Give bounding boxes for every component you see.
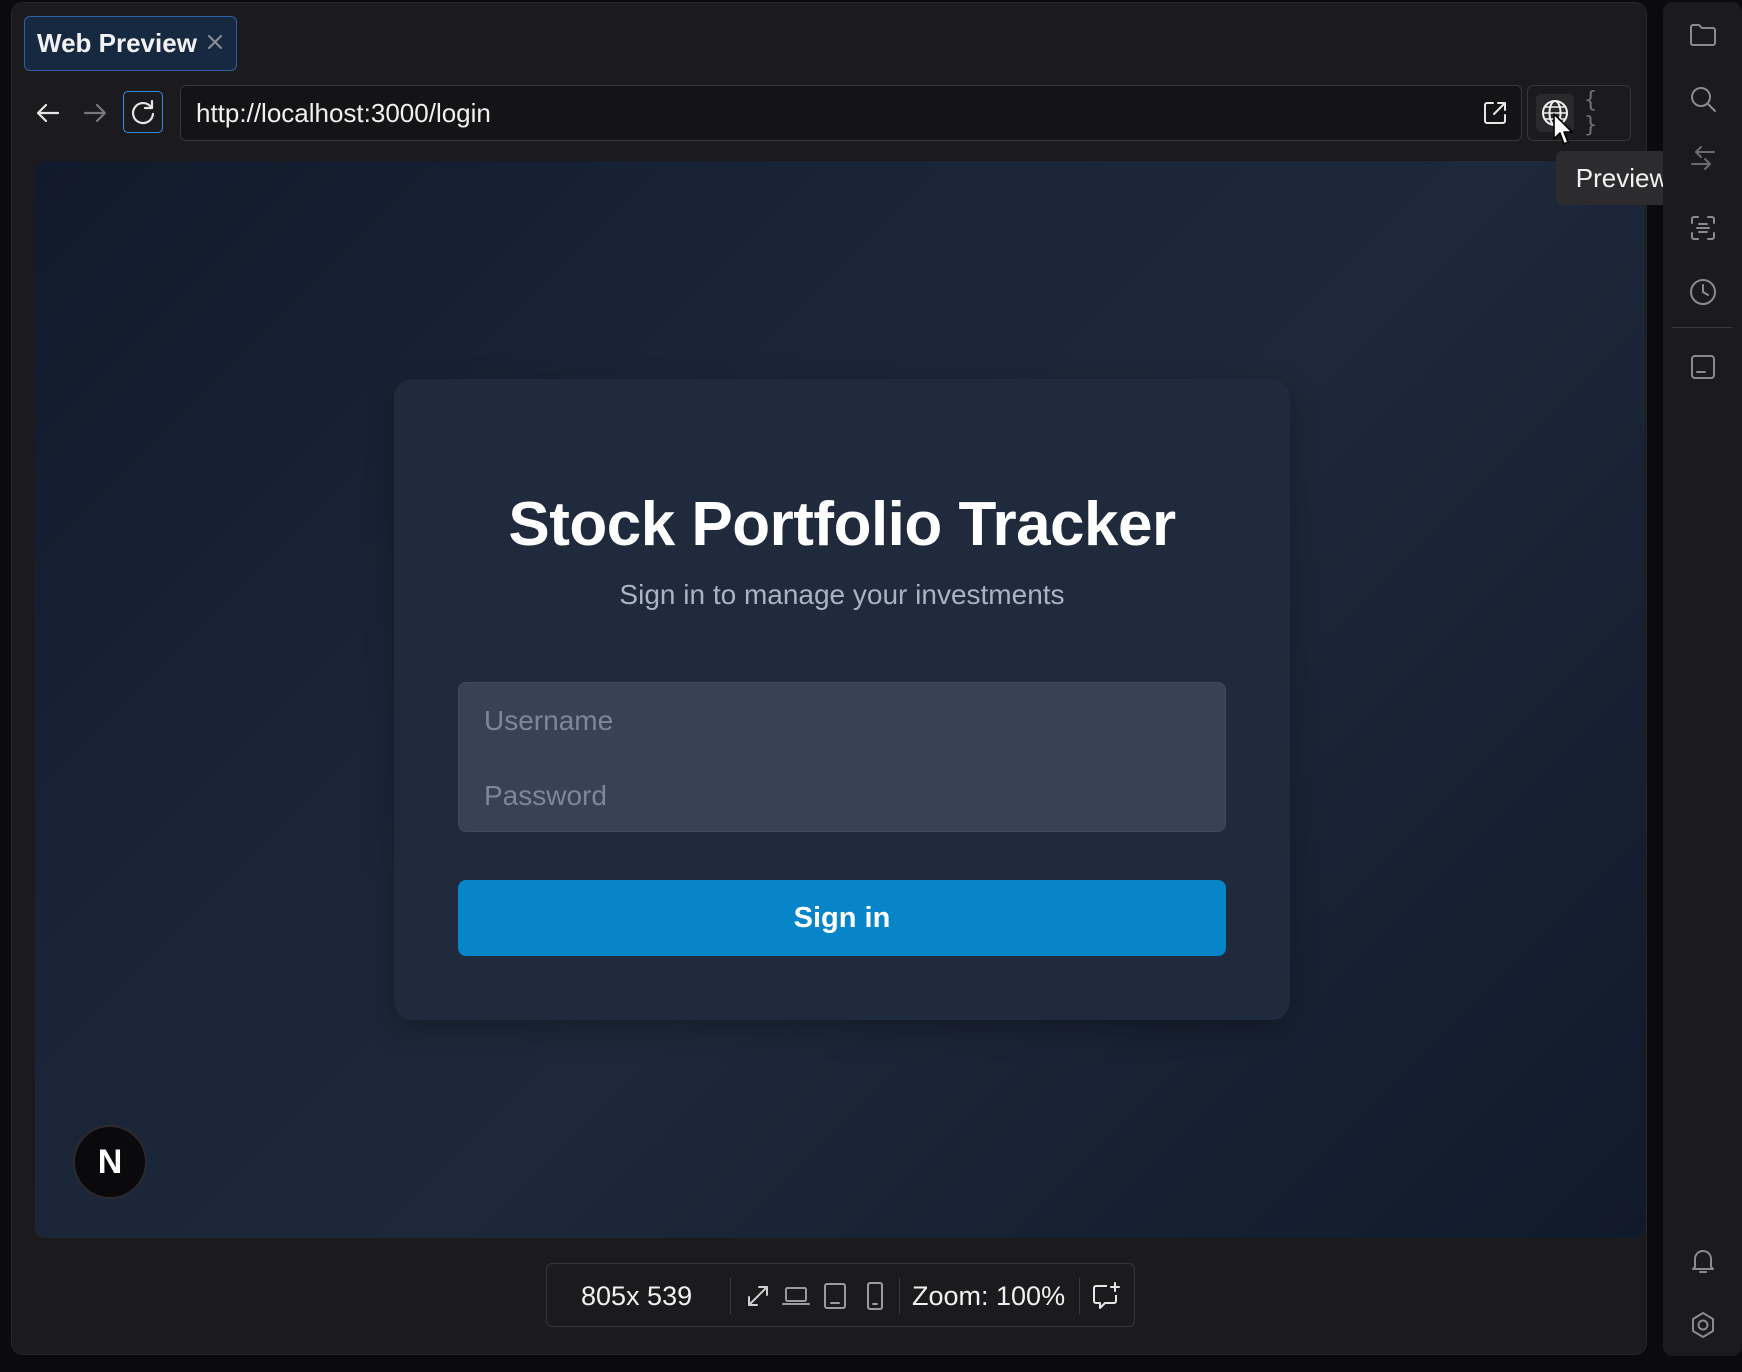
nextjs-dev-badge[interactable]: N — [73, 1125, 147, 1199]
password-input[interactable] — [459, 758, 1225, 833]
url-bar[interactable]: http://localhost:3000/login — [180, 85, 1522, 141]
compare-icon[interactable] — [1687, 142, 1719, 174]
status-divider — [1079, 1278, 1080, 1314]
expand-icon[interactable] — [743, 1280, 773, 1312]
status-divider — [899, 1278, 900, 1314]
bell-icon[interactable] — [1687, 1245, 1719, 1277]
web-preview-panel: Web Preview http://localhost:3000/login — [11, 2, 1647, 1355]
reload-icon — [129, 98, 157, 126]
viewport-size-label: 805x 539 — [581, 1281, 693, 1311]
reload-button[interactable] — [123, 91, 163, 133]
history-icon[interactable] — [1687, 276, 1719, 308]
page-title: Stock Portfolio Tracker — [508, 490, 1176, 559]
mouse-cursor-icon — [1551, 112, 1577, 148]
url-text[interactable]: http://localhost:3000/login — [196, 98, 491, 129]
login-card: Stock Portfolio Tracker Sign in to manag… — [394, 379, 1290, 1020]
laptop-icon[interactable] — [781, 1280, 811, 1312]
arrow-left-icon — [34, 99, 62, 127]
username-input[interactable] — [459, 683, 1225, 758]
phone-icon[interactable] — [860, 1280, 890, 1312]
page-subtitle: Sign in to manage your investments — [619, 579, 1065, 610]
rail-divider — [1672, 327, 1732, 328]
arrow-right-icon — [81, 99, 109, 127]
status-divider — [730, 1278, 731, 1314]
open-external-icon[interactable] — [1481, 99, 1509, 127]
code-braces-icon: { } — [1584, 88, 1598, 138]
sign-in-button[interactable]: Sign in — [458, 880, 1226, 956]
settings-icon[interactable] — [1687, 1309, 1719, 1341]
preview-viewport: Stock Portfolio Tracker Sign in to manag… — [35, 161, 1645, 1238]
close-icon[interactable] — [204, 31, 226, 53]
panel-icon[interactable] — [1687, 351, 1719, 383]
tab-web-preview[interactable]: Web Preview — [24, 16, 237, 71]
forward-button[interactable] — [75, 93, 115, 133]
tablet-icon[interactable] — [820, 1280, 850, 1312]
credentials-group — [458, 682, 1226, 833]
view-mode-toggle: { } — [1527, 85, 1631, 141]
device-status-bar: 805x 539 Zoom: 100% — [546, 1263, 1135, 1327]
tab-label: Web Preview — [37, 28, 197, 58]
back-button[interactable] — [28, 93, 68, 133]
right-activity-rail — [1663, 2, 1742, 1356]
zoom-level[interactable]: Zoom: 100% — [912, 1281, 1065, 1312]
search-icon[interactable] — [1687, 83, 1719, 115]
code-mode-button[interactable]: { } — [1584, 88, 1622, 138]
folder-icon[interactable] — [1687, 19, 1719, 51]
add-comment-icon[interactable] — [1091, 1280, 1121, 1312]
scan-icon[interactable] — [1687, 212, 1719, 244]
nextjs-logo-icon: N — [97, 1142, 123, 1181]
